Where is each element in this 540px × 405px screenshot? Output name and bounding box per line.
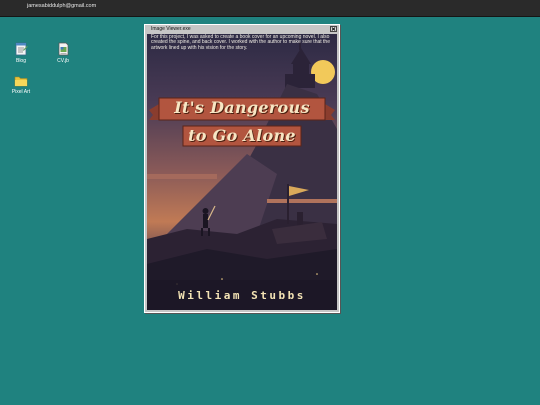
cover-author: William Stubbs xyxy=(178,289,306,302)
notepad-icon xyxy=(15,42,28,56)
desktop-icon-pixel-art[interactable]: Pixel Art xyxy=(6,75,36,95)
image-description: For this project, I was asked to create … xyxy=(151,34,330,51)
book-cover-artwork xyxy=(147,34,337,310)
image-viewer-window: Image Viewer.exe For this project, I was… xyxy=(144,24,340,313)
email-link[interactable]: jamesabiddulph@gmail.com xyxy=(27,3,96,9)
desktop-icon-label: Pixel Art xyxy=(11,89,31,95)
desktop-icon-label: Blog xyxy=(15,58,26,64)
desktop-icon-label: CV.jb xyxy=(57,58,69,64)
cover-title-line1: It's Dangerous xyxy=(174,98,310,117)
close-icon xyxy=(331,27,336,31)
window-title: Image Viewer.exe xyxy=(151,26,191,32)
image-area: For this project, I was asked to create … xyxy=(147,34,337,310)
close-button[interactable] xyxy=(330,26,337,32)
document-icon xyxy=(58,42,68,56)
top-bar: jamesabiddulph@gmail.com xyxy=(0,0,540,17)
desktop-icon-blog[interactable]: Blog xyxy=(6,42,36,64)
cover-title-line2: to Go Alone xyxy=(188,126,296,145)
desktop-icon-cv[interactable]: CV.jb xyxy=(48,42,78,64)
window-titlebar[interactable]: Image Viewer.exe xyxy=(147,26,337,33)
folder-icon xyxy=(14,76,28,87)
